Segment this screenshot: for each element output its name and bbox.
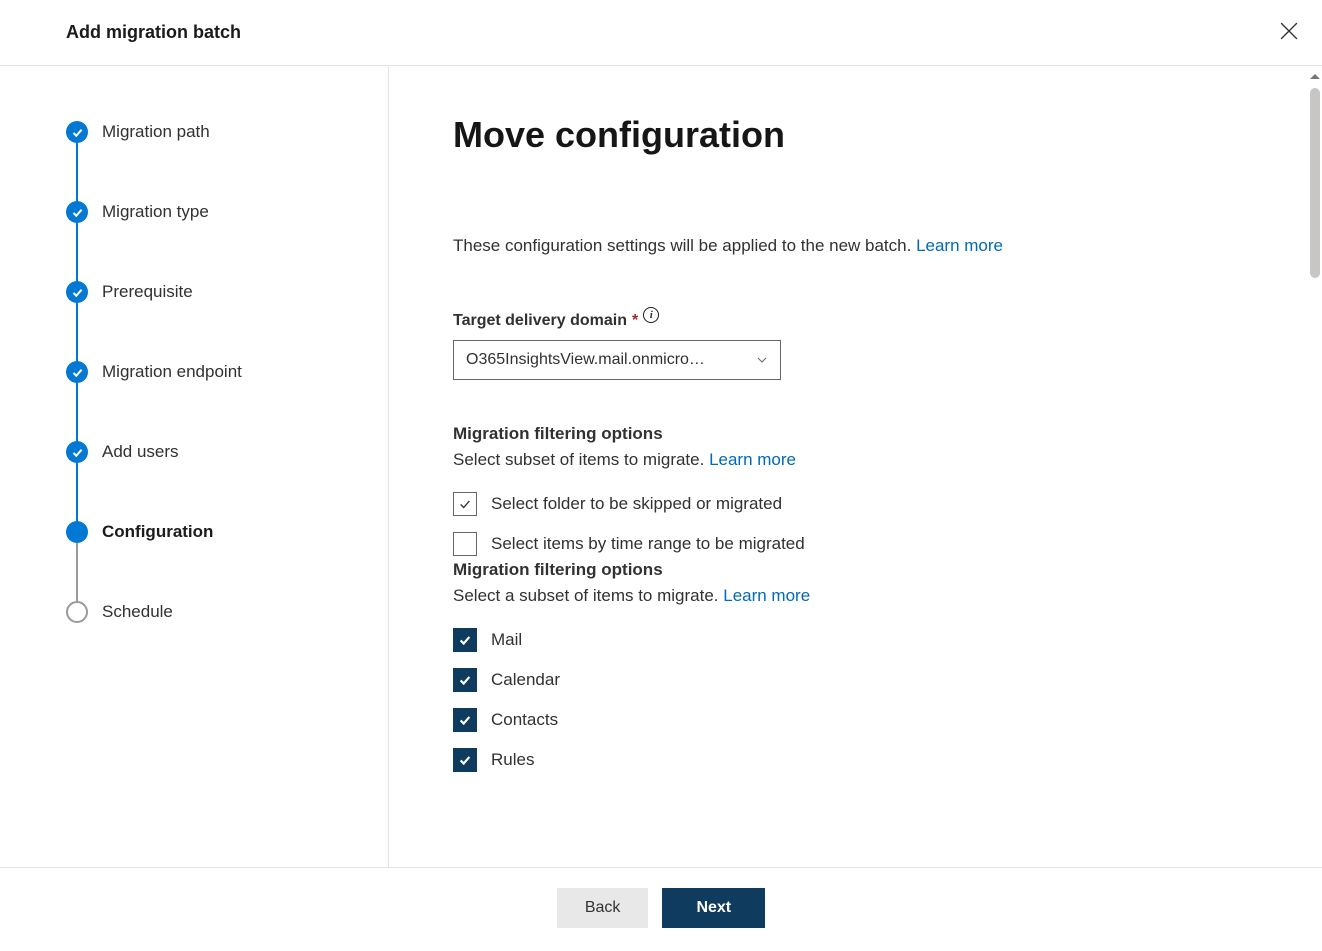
checkbox-label: Calendar <box>491 670 560 690</box>
checkbox-label: Select items by time range to be migrate… <box>491 534 805 554</box>
learn-more-link[interactable]: Learn more <box>723 586 810 605</box>
step-configuration[interactable]: Configuration <box>66 521 368 601</box>
filter1-heading: Migration filtering options <box>453 424 1258 444</box>
dialog-title: Add migration batch <box>66 22 241 43</box>
info-icon[interactable]: i <box>643 307 659 323</box>
next-button[interactable]: Next <box>662 888 765 928</box>
page-title: Move configuration <box>453 114 1258 156</box>
check-icon <box>66 121 88 143</box>
wizard-content: Move configuration These configuration s… <box>388 66 1322 867</box>
learn-more-link[interactable]: Learn more <box>709 450 796 469</box>
step-migration-type[interactable]: Migration type <box>66 201 368 281</box>
close-button[interactable] <box>1276 18 1302 47</box>
scroll-up-arrow-icon[interactable] <box>1310 74 1320 79</box>
checkbox-rules[interactable]: Rules <box>453 748 1258 772</box>
checkbox-icon-checked[interactable] <box>453 748 477 772</box>
learn-more-link[interactable]: Learn more <box>916 236 1003 255</box>
intro-text-body: These configuration settings will be app… <box>453 236 916 255</box>
step-label: Migration path <box>102 122 210 142</box>
step-label: Prerequisite <box>102 282 193 302</box>
step-add-users[interactable]: Add users <box>66 441 368 521</box>
required-asterisk: * <box>632 312 638 330</box>
step-label: Configuration <box>102 522 213 542</box>
close-icon <box>1280 22 1298 40</box>
filter2-heading: Migration filtering options <box>453 560 1258 580</box>
wizard-steps: Migration path Migration type Prerequisi… <box>66 121 368 623</box>
step-label: Migration endpoint <box>102 362 242 382</box>
filter1-subtext: Select subset of items to migrate. Learn… <box>453 450 1258 470</box>
target-domain-label-text: Target delivery domain <box>453 312 627 330</box>
filter2-subtext: Select a subset of items to migrate. Lea… <box>453 586 1258 606</box>
step-label: Schedule <box>102 602 173 622</box>
check-icon <box>66 441 88 463</box>
target-domain-dropdown[interactable]: O365InsightsView.mail.onmicro… <box>453 340 781 380</box>
check-icon <box>66 361 88 383</box>
checkbox-mail[interactable]: Mail <box>453 628 1258 652</box>
step-migration-path[interactable]: Migration path <box>66 121 368 201</box>
scrollbar[interactable] <box>1308 68 1322 865</box>
checkbox-label: Mail <box>491 630 522 650</box>
checkbox-calendar[interactable]: Calendar <box>453 668 1258 692</box>
check-icon <box>66 201 88 223</box>
future-step-circle-icon <box>66 601 88 623</box>
target-domain-label: Target delivery domain * i <box>453 312 1258 330</box>
back-button[interactable]: Back <box>557 888 649 928</box>
checkbox-icon-checked[interactable] <box>453 668 477 692</box>
chevron-down-icon <box>756 354 768 366</box>
step-prerequisite[interactable]: Prerequisite <box>66 281 368 361</box>
dropdown-selected-value: O365InsightsView.mail.onmicro… <box>466 351 705 369</box>
step-label: Add users <box>102 442 179 462</box>
scrollbar-thumb[interactable] <box>1310 88 1320 278</box>
checkbox-label: Select folder to be skipped or migrated <box>491 494 782 514</box>
checkbox-label: Contacts <box>491 710 558 730</box>
checkbox-icon-checked[interactable] <box>453 708 477 732</box>
checkbox-time-range[interactable]: Select items by time range to be migrate… <box>453 532 1258 556</box>
checkbox-folder-skip[interactable]: Select folder to be skipped or migrated <box>453 492 1258 516</box>
checkbox-contacts[interactable]: Contacts <box>453 708 1258 732</box>
step-schedule[interactable]: Schedule <box>66 601 368 623</box>
intro-text: These configuration settings will be app… <box>453 236 1258 256</box>
current-step-dot-icon <box>66 521 88 543</box>
checkbox-icon-unchecked[interactable] <box>453 532 477 556</box>
step-migration-endpoint[interactable]: Migration endpoint <box>66 361 368 441</box>
dialog-header: Add migration batch <box>0 0 1322 66</box>
checkbox-label: Rules <box>491 750 534 770</box>
check-icon <box>66 281 88 303</box>
wizard-sidebar: Migration path Migration type Prerequisi… <box>0 66 388 867</box>
checkbox-icon-checked-outline[interactable] <box>453 492 477 516</box>
checkbox-icon-checked[interactable] <box>453 628 477 652</box>
dialog-footer: Back Next <box>0 867 1322 947</box>
step-label: Migration type <box>102 202 209 222</box>
dialog-body: Migration path Migration type Prerequisi… <box>0 66 1322 867</box>
